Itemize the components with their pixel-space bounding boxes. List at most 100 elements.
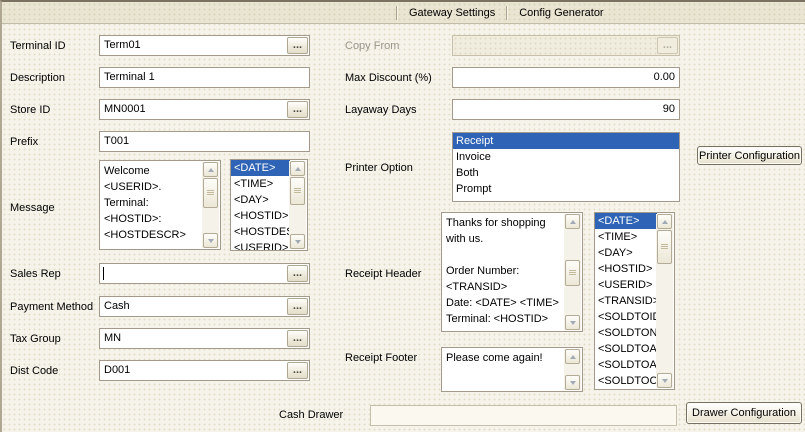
max-discount-value: 0.00 [457,71,675,83]
scroll-thumb[interactable] [290,177,305,205]
list-item[interactable]: <SOLDTOCITY> [595,373,657,389]
scroll-up-button[interactable] [203,162,218,177]
copy-from-label: Copy From [345,40,399,52]
dist-code-field[interactable]: D001 ... [99,360,310,381]
receipt-footer-text: Please come again! [446,350,562,389]
list-item[interactable]: <TIME> [595,229,657,245]
scroll-thumb[interactable] [203,178,218,208]
scrollbar[interactable] [289,161,306,249]
prefix-field[interactable]: T001 [99,131,310,152]
scroll-thumb[interactable] [657,230,672,264]
list-item[interactable]: <DATE> [231,160,290,176]
store-id-browse-button[interactable]: ... [287,101,308,118]
list-item[interactable]: <USERID> [231,240,290,251]
message-textarea[interactable]: Welcome <USERID>. Terminal: <HOSTID>: <H… [99,160,221,250]
layaway-days-field[interactable]: 90 [452,99,680,120]
toolbar-separator [506,6,508,20]
max-discount-field[interactable]: 0.00 [452,67,680,88]
list-item[interactable]: Invoice [453,149,679,165]
list-item[interactable]: <SOLDTOADDR1> [595,341,657,357]
message-token-listbox[interactable]: <DATE><TIME><DAY><HOSTID><HOSTDESCR><USE… [230,159,308,251]
tax-group-value: MN [104,332,305,344]
list-item[interactable]: <HOSTID> [595,261,657,277]
list-item[interactable]: <HOSTID> [231,208,290,224]
list-item[interactable]: <DATE> [595,213,657,229]
payment-method-browse-button[interactable]: ... [287,298,308,315]
copy-from-browse-button: ... [657,37,678,54]
receipt-footer-label: Receipt Footer [345,352,417,364]
list-item[interactable]: Receipt [453,133,679,149]
terminal-id-label: Terminal ID [10,40,66,52]
list-item[interactable]: Both [453,165,679,181]
message-label: Message [10,202,55,214]
receipt-header-label: Receipt Header [345,268,421,280]
dist-code-label: Dist Code [10,365,58,377]
scroll-down-button[interactable] [657,373,672,388]
scroll-up-button[interactable] [657,214,672,229]
scroll-thumb[interactable] [565,260,580,286]
drawer-configuration-button[interactable]: Drawer Configuration [686,402,802,424]
terminal-id-value: Term01 [104,39,305,51]
sales-rep-label: Sales Rep [10,268,61,280]
list-item[interactable]: <DAY> [231,192,290,208]
list-item[interactable]: <USERID> [595,277,657,293]
max-discount-label: Max Discount (%) [345,72,432,84]
scroll-down-button[interactable] [565,315,580,330]
receipt-header-textarea[interactable]: Thanks for shopping with us. Order Numbe… [441,212,583,332]
scroll-up-button[interactable] [290,161,305,176]
receipt-footer-textarea[interactable]: Please come again! [441,347,583,392]
printer-option-label: Printer Option [345,162,413,174]
tab-gateway-settings[interactable]: Gateway Settings [401,5,503,21]
list-item[interactable]: <SOLDTOADDR2> [595,357,657,373]
scrollbar[interactable] [202,162,219,248]
layaway-days-label: Layaway Days [345,104,417,116]
dist-code-browse-button[interactable]: ... [287,362,308,379]
sales-rep-field[interactable]: ... [99,263,310,284]
store-id-field[interactable]: MN0001 ... [99,99,310,120]
text-caret [103,267,104,280]
terminal-id-browse-button[interactable]: ... [287,37,308,54]
store-id-value: MN0001 [104,103,305,115]
tab-config-generator[interactable]: Config Generator [511,5,611,21]
terminal-id-field[interactable]: Term01 ... [99,35,310,56]
scroll-down-button[interactable] [565,375,580,390]
payment-method-value: Cash [104,300,305,312]
description-value: Terminal 1 [104,71,305,83]
list-item[interactable]: <HOSTDESCR> [231,224,290,240]
list-item[interactable]: <SOLDTONAME> [595,325,657,341]
scrollbar[interactable] [564,349,581,390]
tax-group-field[interactable]: MN ... [99,328,310,349]
scrollbar[interactable] [564,214,581,330]
layaway-days-value: 90 [457,103,675,115]
scroll-up-button[interactable] [565,349,580,364]
description-label: Description [10,72,65,84]
receipt-token-listbox[interactable]: <DATE><TIME><DAY><HOSTID><USERID><TRANSI… [594,212,675,390]
tax-group-label: Tax Group [10,333,61,345]
dist-code-value: D001 [104,364,305,376]
toolbar: Gateway Settings Config Generator [2,2,805,24]
message-text: Welcome <USERID>. Terminal: <HOSTID>: <H… [104,163,200,247]
printer-configuration-button[interactable]: Printer Configuration [697,146,802,165]
list-item[interactable]: <TIME> [231,176,290,192]
list-item[interactable]: <TRANSID> [595,293,657,309]
sales-rep-browse-button[interactable]: ... [287,265,308,282]
description-field[interactable]: Terminal 1 [99,67,310,88]
terminal-settings-window: Gateway Settings Config Generator Termin… [0,0,805,432]
scroll-down-button[interactable] [203,233,218,248]
printer-option-listbox[interactable]: ReceiptInvoiceBothPrompt [452,132,680,202]
toolbar-separator [396,6,398,20]
prefix-label: Prefix [10,136,38,148]
payment-method-label: Payment Method [10,301,93,313]
list-item[interactable]: <SOLDTOID> [595,309,657,325]
tax-group-browse-button[interactable]: ... [287,330,308,347]
scroll-up-button[interactable] [565,214,580,229]
cash-drawer-label: Cash Drawer [279,409,343,421]
prefix-value: T001 [104,135,305,147]
cash-drawer-field [370,405,677,426]
payment-method-field[interactable]: Cash ... [99,296,310,317]
scroll-down-button[interactable] [290,234,305,249]
store-id-label: Store ID [10,104,50,116]
scrollbar[interactable] [656,214,673,388]
list-item[interactable]: Prompt [453,181,679,197]
list-item[interactable]: <DAY> [595,245,657,261]
